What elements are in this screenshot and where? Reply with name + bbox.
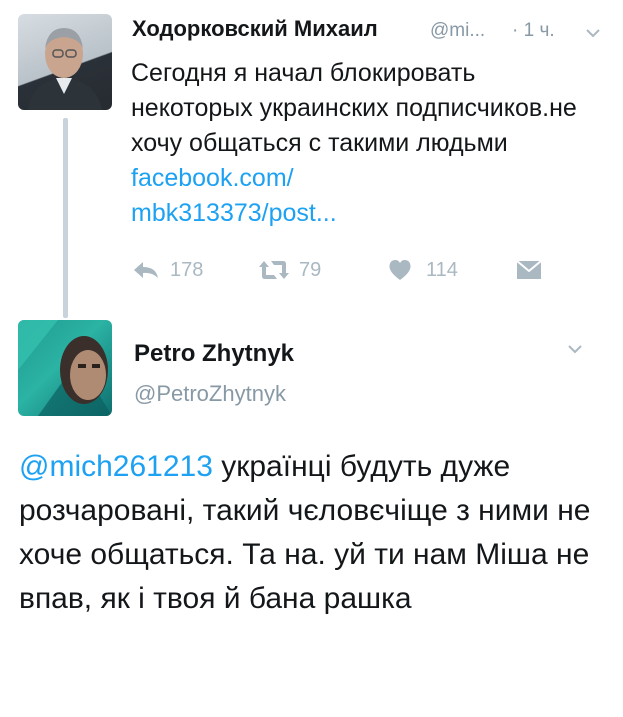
reply-author-name[interactable]: Petro Zhytnyk: [134, 340, 294, 368]
reply-count: 178: [170, 258, 204, 281]
tweet-link-part1[interactable]: facebook.com/: [131, 164, 294, 192]
dm-icon: [516, 259, 542, 281]
reply-author-handle[interactable]: @PetroZhytnyk: [134, 381, 286, 407]
tweet-text: Сегодня я начал блокировать некоторых ук…: [131, 56, 601, 231]
reply-text: @mich261213 українці будуть дуже розчаро…: [19, 445, 609, 621]
tweet-text-body: Сегодня я начал блокировать некоторых ук…: [131, 59, 577, 157]
reply-icon: [132, 260, 160, 280]
author-name[interactable]: Ходорковский Михаил: [132, 16, 378, 42]
retweet-icon: [257, 259, 291, 281]
author-handle[interactable]: @mi...: [430, 20, 485, 42]
avatar-photo: [28, 28, 102, 110]
chevron-down-icon[interactable]: [584, 24, 602, 47]
tweet-link-part2[interactable]: mbk313373/post...: [131, 199, 337, 227]
like-icon: [388, 259, 412, 281]
tweet-timestamp[interactable]: · 1 ч.: [512, 20, 555, 42]
reply-button[interactable]: 178: [132, 256, 203, 284]
chevron-down-icon[interactable]: [566, 340, 584, 363]
mention-link[interactable]: @mich261213: [19, 450, 213, 483]
thread-connector: [63, 118, 68, 318]
avatar[interactable]: [18, 320, 112, 416]
like-count: 114: [426, 258, 458, 281]
retweet-count: 79: [299, 258, 322, 281]
dm-button[interactable]: [516, 256, 542, 284]
avatar[interactable]: [18, 14, 112, 110]
retweet-button[interactable]: 79: [257, 256, 321, 284]
tweet-link[interactable]: facebook.com/mbk313373/post...: [131, 164, 337, 227]
avatar-photo: [18, 320, 112, 416]
like-button[interactable]: 114: [388, 256, 458, 284]
